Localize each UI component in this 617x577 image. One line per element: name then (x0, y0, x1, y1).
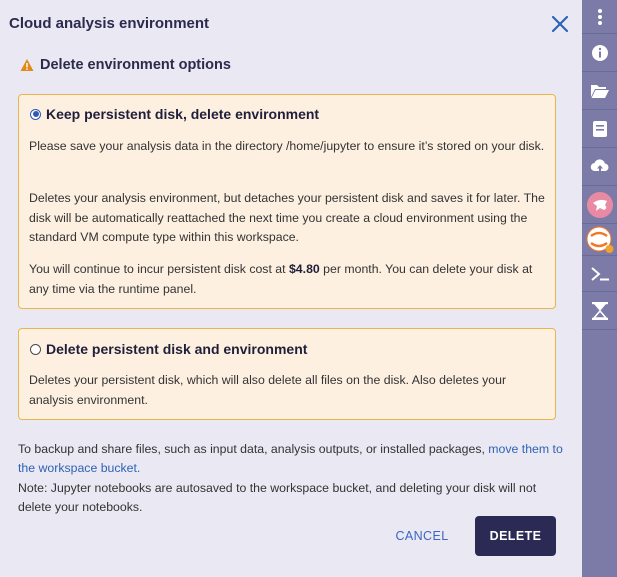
warning-title: Delete environment options (40, 57, 231, 73)
disk-cost-value: $4.80 (288, 262, 320, 276)
option-keep-disk-cost: You will continue to incur persistent di… (29, 260, 549, 299)
delete-button[interactable]: DELETE (475, 516, 556, 556)
more-vertical-icon[interactable] (582, 0, 617, 34)
delete-environment-panel: Cloud analysis environment Delete enviro… (0, 0, 582, 577)
galaxy-icon[interactable] (582, 186, 617, 224)
autosave-note: Note: Jupyter notebooks are autosaved to… (18, 480, 537, 514)
cancel-button[interactable]: CANCEL (382, 517, 462, 555)
notebook-icon[interactable] (582, 110, 617, 148)
option-keep-disk-label[interactable]: Keep persistent disk, delete environment (46, 106, 319, 122)
warning-icon (20, 58, 34, 72)
option-keep-disk-description: Deletes your analysis environment, but d… (29, 191, 545, 244)
cloud-upload-icon[interactable] (582, 148, 617, 186)
backup-text: To backup and share files, such as input… (18, 442, 489, 456)
option-keep-disk-card[interactable]: Keep persistent disk, delete environment… (18, 94, 556, 309)
right-sidebar (582, 0, 617, 577)
backup-note: To backup and share files, such as input… (18, 440, 566, 479)
jupyter-icon[interactable] (582, 224, 617, 256)
cromwell-icon[interactable] (582, 292, 617, 330)
folder-open-icon[interactable] (582, 72, 617, 110)
option-keep-disk-header[interactable]: Keep persistent disk, delete environment (30, 106, 319, 122)
option-keep-disk-save-note: Please save your analysis data in the di… (29, 139, 545, 153)
warning-row: Delete environment options (20, 56, 231, 74)
option-delete-disk-card[interactable]: Delete persistent disk and environment D… (18, 328, 556, 420)
option-delete-disk-header[interactable]: Delete persistent disk and environment (30, 341, 307, 357)
info-icon[interactable] (582, 34, 617, 72)
delete-disk-radio[interactable] (30, 343, 41, 355)
option-delete-disk-label[interactable]: Delete persistent disk and environment (46, 341, 307, 357)
terminal-icon[interactable] (582, 256, 617, 292)
keep-disk-radio[interactable] (30, 108, 41, 120)
option-delete-disk-description: Deletes your persistent disk, which will… (29, 373, 507, 407)
cost-prefix: You will continue to incur persistent di… (29, 262, 289, 276)
footer-notes: To backup and share files, such as input… (18, 440, 566, 517)
close-icon[interactable] (549, 13, 571, 35)
panel-title: Cloud analysis environment (9, 15, 210, 32)
